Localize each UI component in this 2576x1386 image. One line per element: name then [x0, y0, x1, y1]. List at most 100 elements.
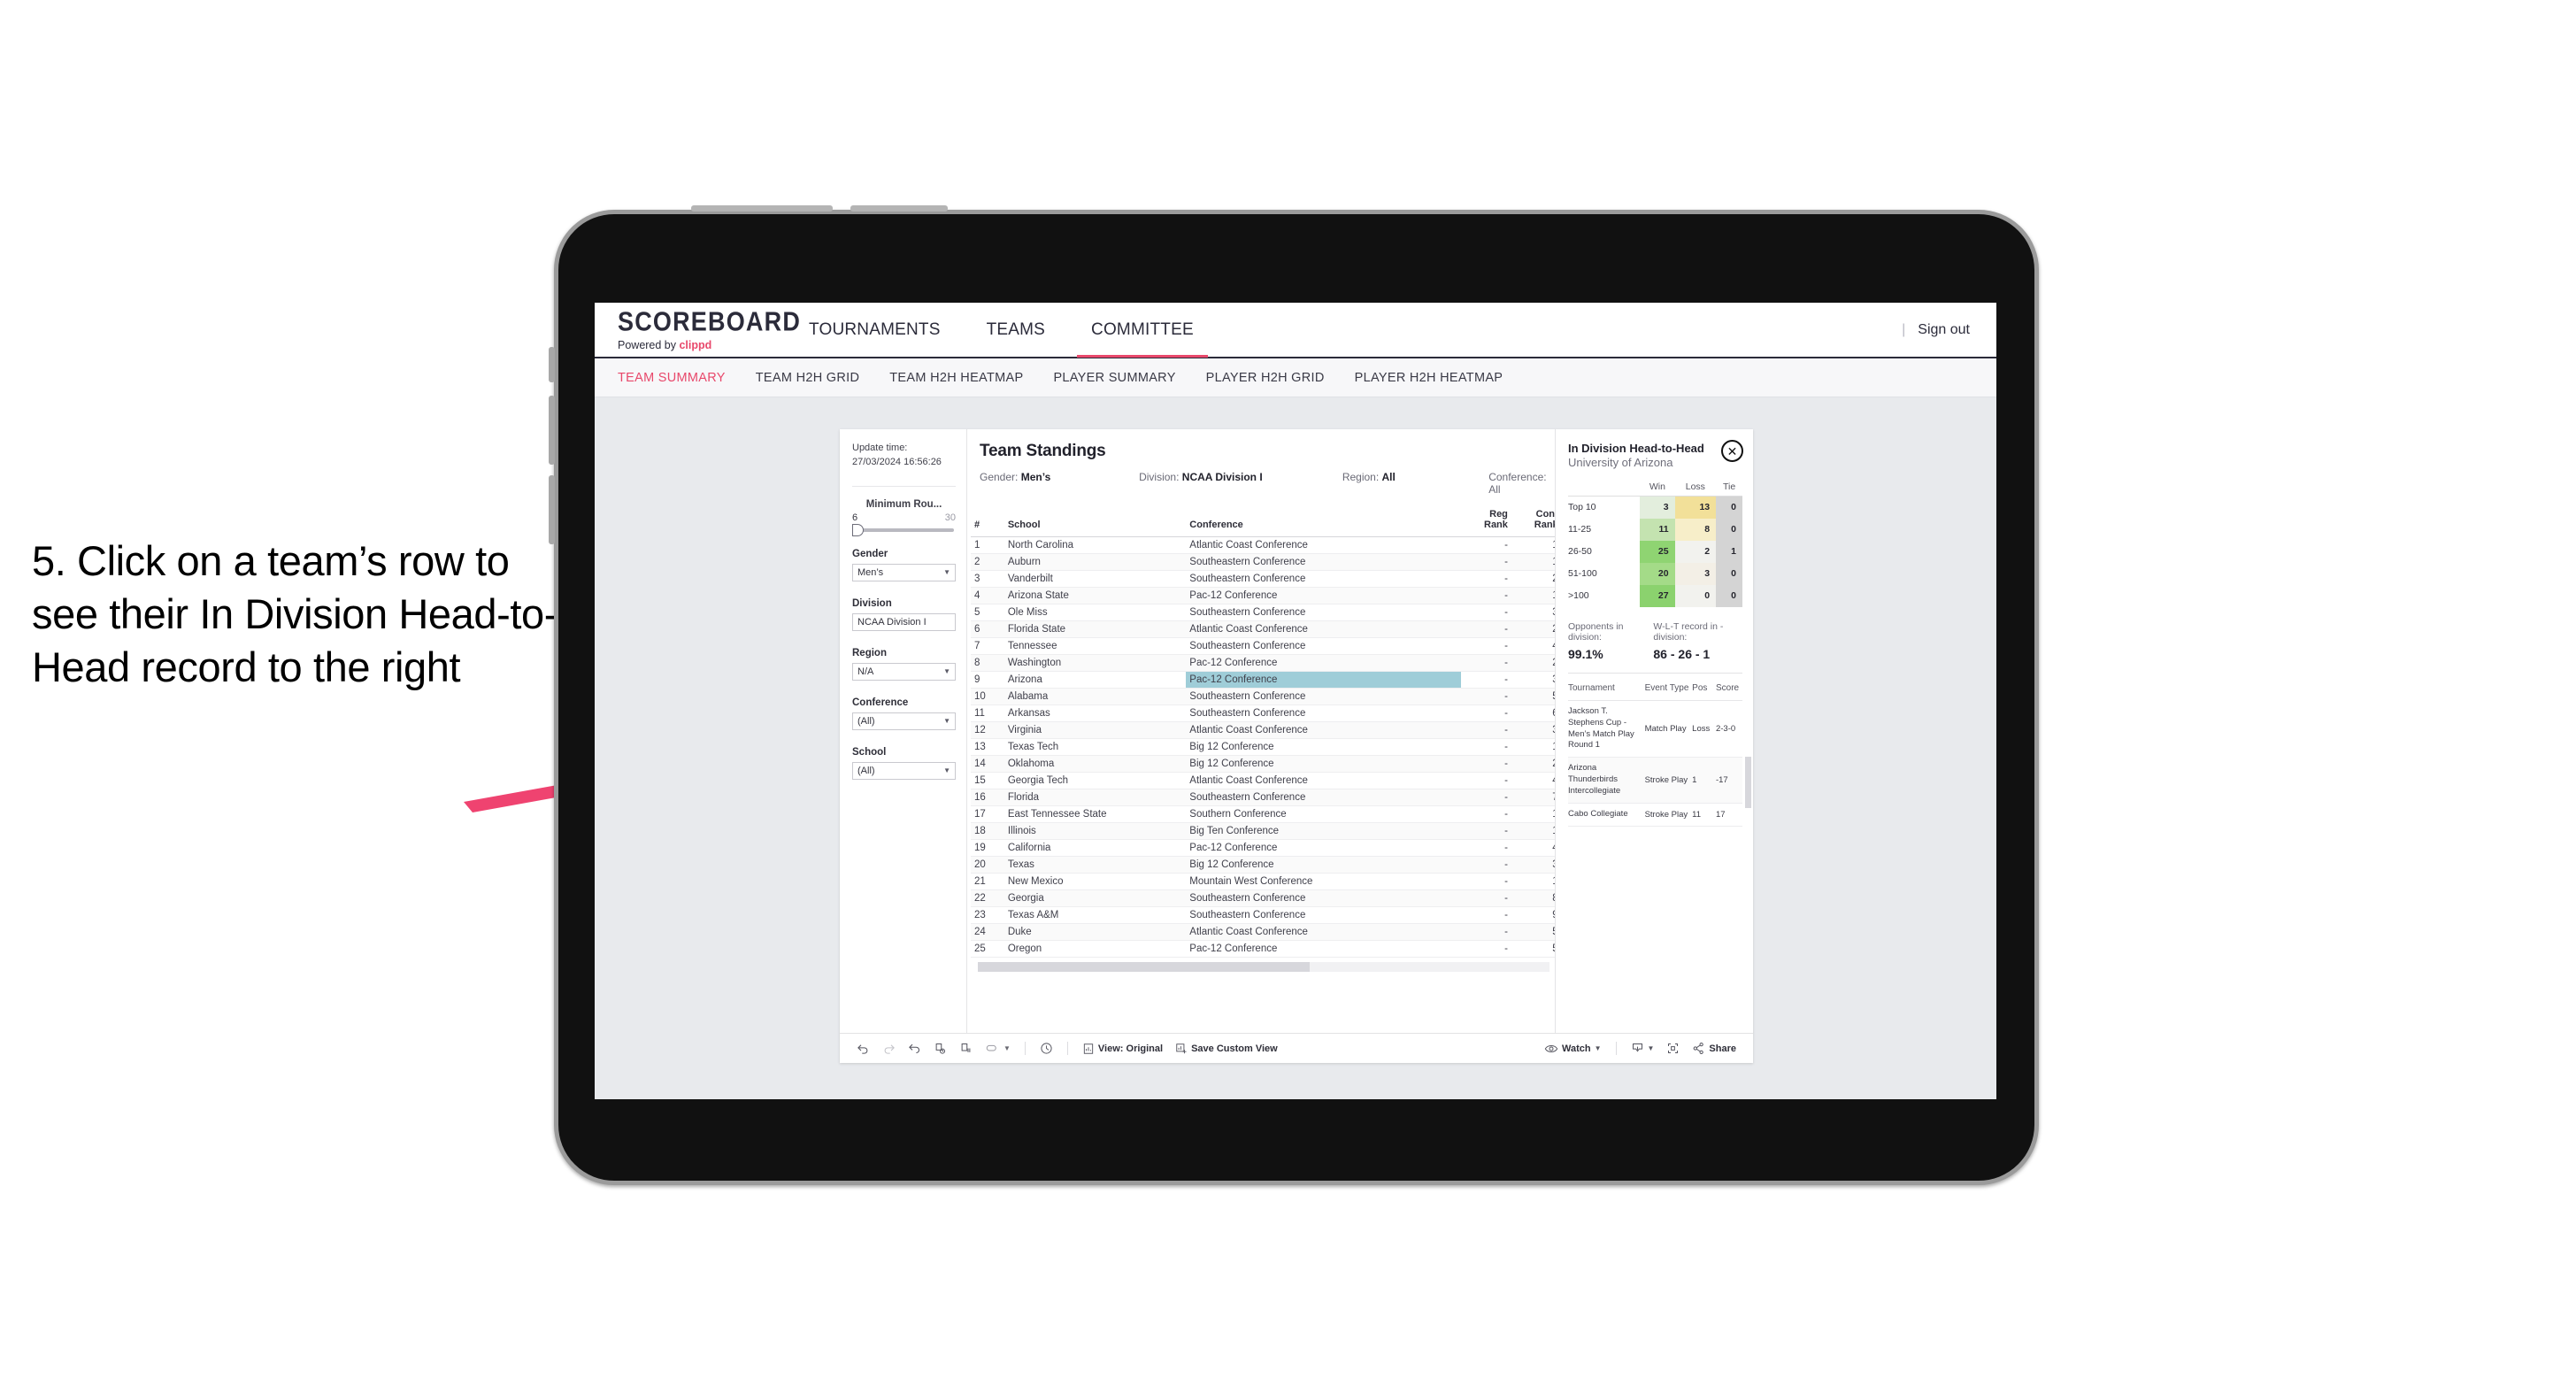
h2h-matrix: Win Loss Tie Top 10 3 13 0 11-25 11 8 0 26-50 25 2…: [1568, 481, 1742, 607]
highlight-button[interactable]: ▼: [979, 1042, 1017, 1055]
table-row[interactable]: 16FloridaSoutheastern Conference-79244: [971, 789, 1555, 806]
cell-reg-rank: -: [1461, 805, 1511, 823]
table-row[interactable]: 8WashingtonPac-12 Conference-28231: [971, 654, 1555, 672]
h2h-vertical-scrollbar[interactable]: [1745, 757, 1751, 808]
subnav-team-h2h-heatmap[interactable]: TEAM H2H HEATMAP: [889, 371, 1023, 385]
screenshot-root: 5. Click on a team’s row to see their In…: [0, 0, 2576, 1386]
filter-conference-select[interactable]: (All) ▼: [852, 712, 956, 730]
app-logo[interactable]: SCOREBOARD Powered by clippd: [618, 308, 800, 351]
table-row[interactable]: 17 East Tennessee State Southern Conferenc…: [971, 805, 1555, 823]
table-row[interactable]: 24DukeAtlantic Coast Conference-59271: [971, 923, 1555, 941]
filter-gender-select[interactable]: Men’s ▼: [852, 563, 956, 581]
cell-reg-rank: -: [1461, 839, 1511, 857]
h2h-corner: [1568, 481, 1641, 497]
subnav-player-h2h-grid[interactable]: PLAYER H2H GRID: [1206, 371, 1325, 385]
view-original-button[interactable]: View: Original: [1076, 1043, 1169, 1055]
table-row[interactable]: 19CaliforniaPac-12 Conference-48242: [971, 839, 1555, 857]
undo-button[interactable]: [850, 1042, 876, 1055]
table-row[interactable]: 5Ole MissSoutheastern Conference-36181: [971, 604, 1555, 621]
cell-rank: 11: [971, 705, 1004, 722]
table-row[interactable]: 20TexasBig 12 Conference-37200: [971, 856, 1555, 874]
cell-rank: 24: [971, 923, 1004, 941]
table-row[interactable]: 21New MexicoMountain West Conference-192…: [971, 873, 1555, 890]
table-row[interactable]: 18IllinoisBig Ten Conference-18233: [971, 822, 1555, 840]
table-row[interactable]: 2AuburnSoutheastern Conference-19276: [971, 553, 1555, 571]
fullscreen-button[interactable]: [1660, 1042, 1686, 1055]
col-school[interactable]: School: [1003, 504, 1187, 537]
h2h-col-tie: Tie: [1716, 481, 1742, 497]
table-row[interactable]: 1 North Carolina Atlantic Coast Conference…: [971, 536, 1555, 554]
cell-school: Vanderbilt: [1003, 570, 1187, 588]
nav-tournaments[interactable]: TOURNAMENTS: [786, 303, 964, 358]
tournament-row[interactable]: Cabo Collegiate Stroke Play 11 17: [1568, 803, 1742, 827]
horizontal-scrollbar[interactable]: [978, 962, 1549, 972]
nav-teams[interactable]: TEAMS: [964, 303, 1068, 358]
col-conf-rank[interactable]: ConfRank: [1511, 504, 1555, 537]
revert-button[interactable]: [902, 1042, 927, 1055]
h2h-tie-cell: 0: [1716, 518, 1742, 541]
save-custom-view-button[interactable]: Save Custom View: [1169, 1043, 1284, 1055]
nav-committee[interactable]: COMMITTEE: [1068, 303, 1217, 358]
standings-table: # School Conference RegRank ConfRank NoT…: [971, 504, 1555, 958]
table-row[interactable]: 15 Georgia Tech Atlantic Coast Conference -…: [971, 772, 1555, 789]
signout-link[interactable]: Sign out: [1918, 322, 1970, 338]
cell-conf-rank: 1: [1511, 805, 1555, 823]
table-row[interactable]: 25OregonPac-12 Conference-57210: [971, 940, 1555, 958]
table-row[interactable]: 6 Florida State Atlantic Coast Conference -…: [971, 620, 1555, 638]
update-time: Update time: 27/03/2024 16:56:26: [852, 442, 956, 470]
pause-updates-button[interactable]: [953, 1042, 979, 1055]
chevron-down-icon: ▼: [943, 717, 950, 726]
subnav-player-summary[interactable]: PLAYER SUMMARY: [1053, 371, 1175, 385]
table-row[interactable]: 11ArkansasSoutheastern Conference-68232: [971, 705, 1555, 722]
scrollbar-thumb[interactable]: [978, 962, 1310, 972]
subnav-team-h2h-grid[interactable]: TEAM H2H GRID: [756, 371, 860, 385]
subnav-team-summary[interactable]: TEAM SUMMARY: [618, 371, 726, 385]
signout-divider: |: [1902, 321, 1906, 337]
close-icon[interactable]: ✕: [1721, 440, 1743, 462]
slider-handle[interactable]: [852, 523, 864, 536]
filter-gender-label: Gender: [852, 548, 888, 559]
cell-conference: Big Ten Conference: [1186, 822, 1462, 840]
redo-button[interactable]: [876, 1042, 902, 1055]
cell-pos: 1: [1692, 757, 1716, 804]
col-conference[interactable]: Conference: [1186, 504, 1462, 537]
clock-icon[interactable]: [1034, 1042, 1059, 1055]
refresh-data-button[interactable]: [927, 1042, 953, 1055]
share-label: Share: [1709, 1043, 1736, 1054]
table-row[interactable]: 3VanderbiltSoutheastern Conference-28235: [971, 570, 1555, 588]
standings-meta: Gender: Men’s Division: NCAA Division I …: [967, 461, 1555, 504]
filter-school-select[interactable]: (All) ▼: [852, 761, 956, 780]
download-button[interactable]: ▼: [1625, 1042, 1661, 1055]
share-button[interactable]: Share: [1686, 1042, 1742, 1055]
table-row[interactable]: 14OklahomaBig 12 Conference-28242: [971, 755, 1555, 773]
h2h-row: >100 27 0 0: [1568, 584, 1742, 607]
table-row[interactable]: 10AlabamaSoutheastern Conference-58233: [971, 688, 1555, 705]
table-row[interactable]: 7TennesseeSoutheastern Conference-46182: [971, 637, 1555, 655]
filter-region-select[interactable]: N/A ▼: [852, 662, 956, 681]
table-row[interactable]: 4Arizona StatePac-12 Conference-19261: [971, 587, 1555, 604]
table-row[interactable]: 12VirginiaAtlantic Coast Conference-3824…: [971, 721, 1555, 739]
cell-conference: Pac-12 Conference: [1186, 940, 1462, 958]
view-original-label: View: Original: [1097, 1043, 1164, 1054]
subnav-player-h2h-heatmap[interactable]: PLAYER H2H HEATMAP: [1355, 371, 1503, 385]
filter-division-select[interactable]: NCAA Division I: [852, 612, 956, 631]
table-row[interactable]: 23Texas A&MSoutheastern Conference-91030…: [971, 906, 1555, 924]
app-header: SCOREBOARD Powered by clippd TOURNAMENTS…: [595, 303, 1996, 358]
update-time-value: 27/03/2024 16:56:26: [852, 456, 942, 467]
watch-button[interactable]: Watch ▼: [1538, 1043, 1608, 1055]
table-row[interactable]: 13Texas TechBig 12 Conference-19272: [971, 738, 1555, 756]
slider-track[interactable]: [852, 523, 954, 536]
col-rank[interactable]: #: [971, 504, 1004, 537]
h2h-win-cell: 27: [1640, 584, 1675, 607]
col-reg-rank[interactable]: Reg Rank: [1461, 504, 1511, 537]
cell-school: Illinois: [1003, 822, 1187, 840]
col-tournament: Tournament: [1568, 674, 1645, 701]
tournament-row[interactable]: Jackson T. Stephens Cup - Men’s Match Pl…: [1568, 700, 1742, 758]
table-row[interactable]: 9ArizonaPac-12 Conference-38232: [971, 671, 1555, 689]
cell-rank: 10: [971, 688, 1004, 705]
cell-rank: 17: [971, 805, 1004, 823]
table-row[interactable]: 22GeorgiaSoutheastern Conference-87211: [971, 889, 1555, 907]
tournament-row[interactable]: Arizona Thunderbirds Intercollegiate Stro…: [1568, 757, 1742, 804]
standings-table-wrap: # School Conference RegRank ConfRank NoT…: [967, 504, 1555, 1033]
cell-score: 2-3-0: [1715, 700, 1742, 758]
